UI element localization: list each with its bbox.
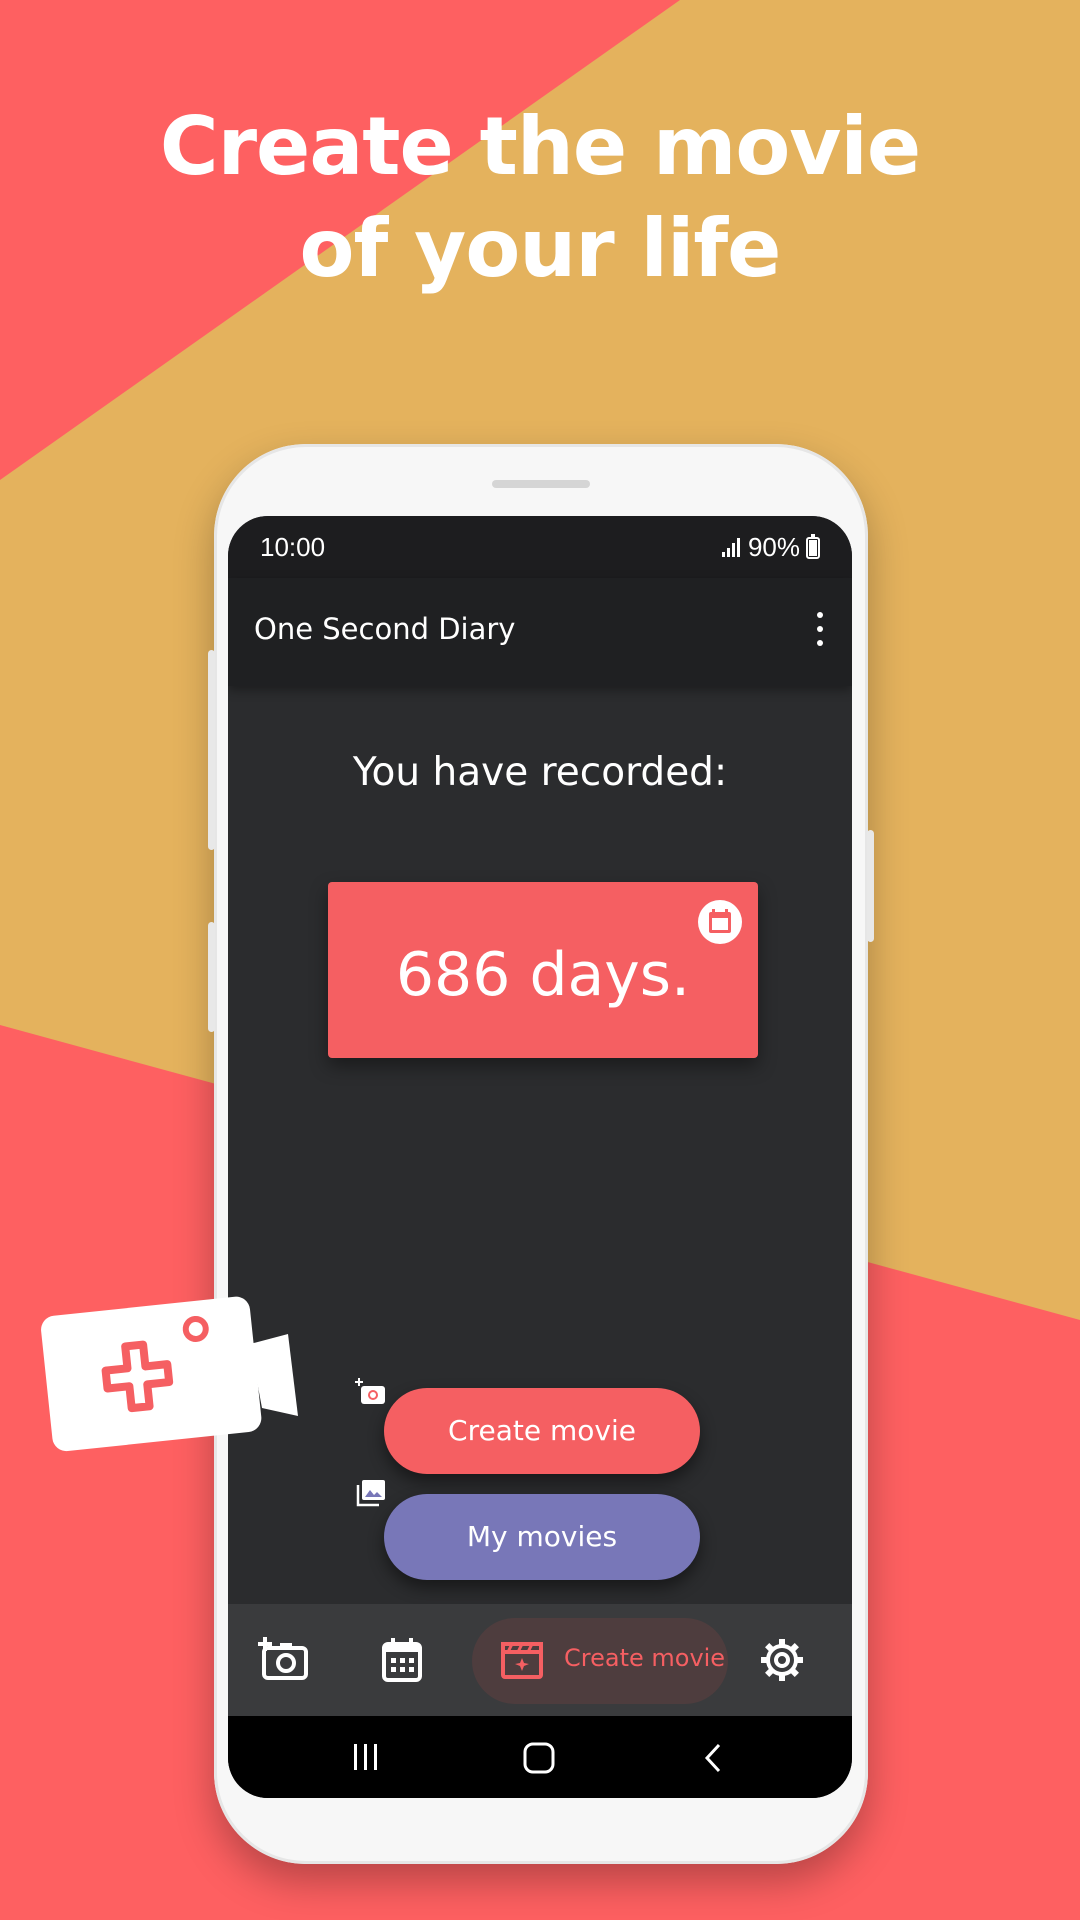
back-icon[interactable] (702, 1742, 726, 1774)
battery-percent: 90% (747, 532, 800, 562)
app-title: One Second Diary (254, 612, 516, 646)
promo-headline: Create the movie of your life (0, 96, 1080, 300)
settings-icon[interactable] (754, 1634, 810, 1686)
recents-icon[interactable] (350, 1742, 382, 1772)
days-recorded-card[interactable]: 686 days. (328, 882, 758, 1058)
camera-add-badge-icon (41, 1296, 298, 1452)
phone-side-button (208, 922, 215, 1032)
my-movies-label: My movies (466, 1520, 618, 1553)
nav-create-movie-label: Create movie (564, 1644, 726, 1672)
add-photo-icon (355, 1378, 385, 1404)
signal-icon (720, 537, 742, 559)
phone-side-button (867, 830, 874, 942)
phone-frame: 10:00 90% One Second Diary You have reco… (208, 444, 874, 1864)
home-icon[interactable] (522, 1742, 556, 1774)
nav-create-movie[interactable]: Create movie (472, 1618, 728, 1704)
status-bar: 10:00 90% (228, 516, 852, 578)
app-bar: One Second Diary (228, 578, 852, 686)
system-navigation-bar (228, 1716, 852, 1798)
status-time: 10:00 (260, 532, 326, 562)
create-movie-label: Create movie (448, 1414, 636, 1447)
bottom-navigation: Create movie (228, 1604, 852, 1716)
more-vert-icon[interactable] (812, 612, 828, 646)
headline-line-1: Create the movie (159, 100, 921, 193)
movie-clapper-icon (501, 1642, 543, 1679)
phone-side-button (208, 650, 215, 850)
status-right: 90% (720, 532, 820, 563)
calendar-icon[interactable] (698, 900, 742, 944)
recorded-label: You have recorded: (352, 750, 728, 795)
calendar-icon[interactable] (374, 1634, 430, 1686)
headline-line-2: of your life (299, 202, 782, 295)
phone-screen: 10:00 90% One Second Diary You have reco… (228, 516, 852, 1798)
photo-library-icon (356, 1480, 385, 1507)
phone-speaker (492, 480, 590, 488)
days-count: 686 days. (395, 940, 691, 1010)
create-movie-button[interactable]: Create movie (384, 1388, 700, 1474)
my-movies-button[interactable]: My movies (384, 1494, 700, 1580)
add-camera-icon[interactable] (256, 1634, 312, 1686)
battery-icon (806, 533, 820, 559)
